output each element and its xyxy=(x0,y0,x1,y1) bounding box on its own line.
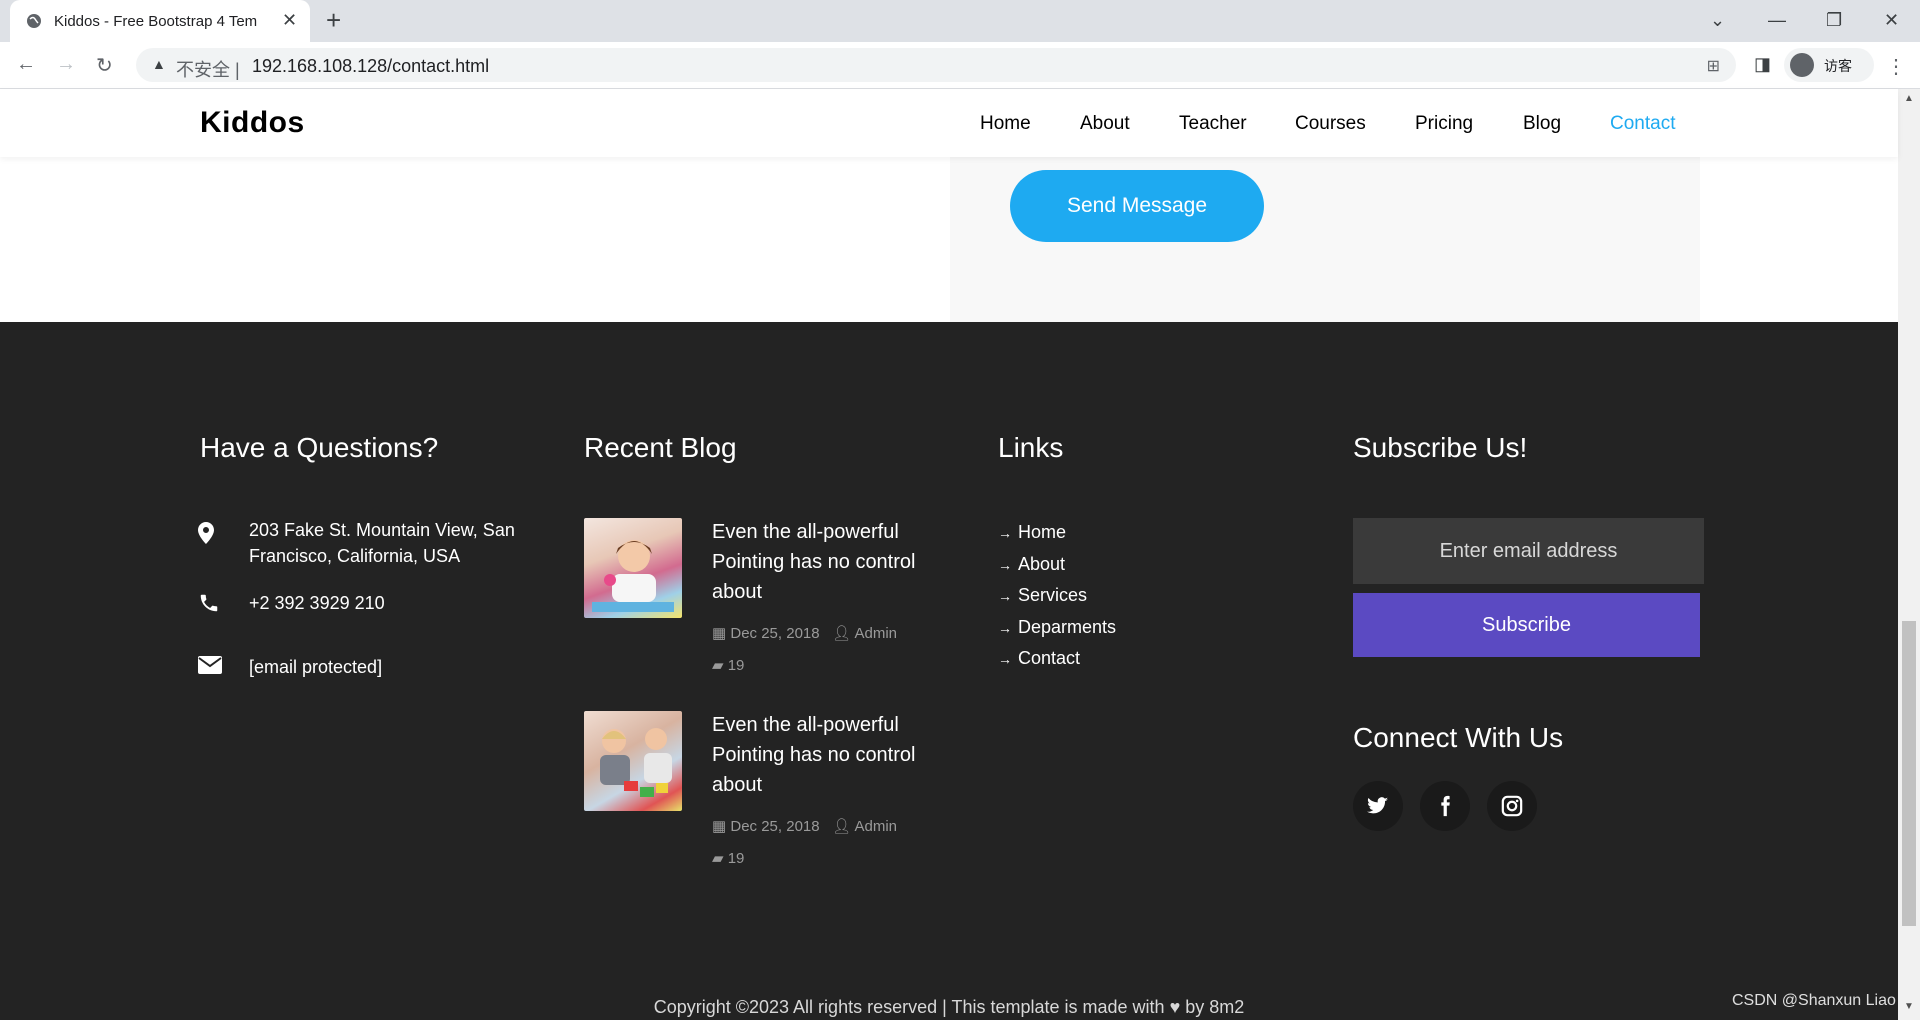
heart-icon: ♥ xyxy=(1169,997,1181,1017)
footer: Have a Questions? 203 Fake St. Mountain … xyxy=(0,322,1898,1020)
scroll-down-icon[interactable]: ▼ xyxy=(1904,1001,1914,1012)
nav-courses[interactable]: Courses xyxy=(1295,113,1366,135)
footer-link-about[interactable]: → About xyxy=(998,554,1065,575)
close-window-icon[interactable]: ✕ xyxy=(1884,10,1899,31)
browser-tab[interactable]: Kiddos - Free Bootstrap 4 Tem ✕ xyxy=(10,0,310,42)
questions-title: Have a Questions? xyxy=(200,432,439,463)
profile-button[interactable]: 访客 xyxy=(1784,48,1874,82)
footer-link-contact[interactable]: → Contact xyxy=(998,648,1080,669)
email-subscribe-input[interactable] xyxy=(1353,518,1704,584)
links-title: Links xyxy=(998,432,1064,463)
nav-contact[interactable]: Contact xyxy=(1610,113,1675,135)
arrow-right-icon: → xyxy=(998,525,1012,541)
site-logo[interactable]: Kiddos xyxy=(200,106,305,140)
subscribe-button[interactable]: Subscribe xyxy=(1353,593,1700,657)
arrow-right-icon: → xyxy=(998,620,1012,636)
browser-toolbar: ← → ↻ ▲ 不安全 | 192.168.108.128/contact.ht… xyxy=(0,42,1920,89)
translate-icon[interactable]: ⊞ xyxy=(1707,56,1720,76)
avatar-icon xyxy=(1790,53,1814,77)
facebook-icon[interactable] xyxy=(1420,781,1470,831)
blog-thumbnail[interactable] xyxy=(584,518,682,618)
calendar-icon: ▦ xyxy=(712,625,727,642)
recent-blog-title: Recent Blog xyxy=(584,432,737,463)
email-text[interactable]: [email protected] xyxy=(249,654,382,680)
user-icon: 👤︎ xyxy=(832,625,852,642)
nav-blog[interactable]: Blog xyxy=(1523,113,1561,135)
comment-icon: ▰ xyxy=(712,657,724,674)
minimize-icon[interactable]: — xyxy=(1768,10,1786,31)
calendar-icon: ▦ xyxy=(712,818,727,835)
menu-kebab-icon[interactable]: ⋮ xyxy=(1886,54,1906,79)
forward-icon[interactable]: → xyxy=(56,53,76,76)
warning-icon: ▲ xyxy=(152,56,166,72)
footer-link-home[interactable]: → Home xyxy=(998,522,1066,543)
address-bar[interactable]: ▲ 不安全 | 192.168.108.128/contact.html ⊞ xyxy=(136,48,1736,82)
page-scrollbar[interactable]: ▲ ▼ xyxy=(1898,89,1920,1020)
envelope-icon xyxy=(198,656,222,674)
maximize-icon[interactable]: ❐ xyxy=(1826,10,1842,31)
twitter-icon[interactable] xyxy=(1353,781,1403,831)
browser-tab-bar: Kiddos - Free Bootstrap 4 Tem ✕ + ⌄ — ❐ … xyxy=(0,0,1920,42)
back-icon[interactable]: ← xyxy=(16,53,36,76)
nav-pricing[interactable]: Pricing xyxy=(1415,113,1473,135)
site-header: Kiddos Home About Teacher Courses Pricin… xyxy=(0,89,1898,157)
blog-post-meta: ▦ Dec 25, 2018 👤︎ Admin xyxy=(712,625,898,642)
phone-icon xyxy=(200,594,218,612)
instagram-icon[interactable] xyxy=(1487,781,1537,831)
blog-post-title[interactable]: Even the all-powerful Pointing has no co… xyxy=(712,710,942,800)
scrollbar-thumb[interactable] xyxy=(1902,621,1916,926)
nav-about[interactable]: About xyxy=(1080,113,1130,135)
footer-link-services[interactable]: → Services xyxy=(998,585,1087,606)
send-message-button[interactable]: Send Message xyxy=(1010,170,1264,242)
copyright-text: Copyright ©2023 All rights reserved | Th… xyxy=(653,997,1245,1017)
blog-thumbnail[interactable] xyxy=(584,711,682,811)
url-text[interactable]: 192.168.108.128/contact.html xyxy=(252,56,489,77)
watermark-text: CSDN @Shanxun Liao xyxy=(1732,992,1896,1009)
arrow-right-icon: → xyxy=(998,588,1012,604)
contact-section: Send Message xyxy=(0,157,1898,322)
phone-text[interactable]: +2 392 3929 210 xyxy=(249,590,385,616)
new-tab-icon[interactable]: + xyxy=(326,7,341,33)
blog-post-meta: ▦ Dec 25, 2018 👤︎ Admin xyxy=(712,818,898,835)
connect-title: Connect With Us xyxy=(1353,722,1564,753)
subscribe-title: Subscribe Us! xyxy=(1353,432,1528,463)
address-text: 203 Fake St. Mountain View, San Francisc… xyxy=(249,520,515,566)
blog-post-comments[interactable]: ▰ 19 xyxy=(712,849,744,867)
blog-post-title[interactable]: Even the all-powerful Pointing has no co… xyxy=(712,517,942,607)
scroll-up-icon[interactable]: ▲ xyxy=(1904,93,1914,104)
reload-icon[interactable]: ↻ xyxy=(96,53,113,78)
arrow-right-icon: → xyxy=(998,557,1012,573)
arrow-right-icon: → xyxy=(998,651,1012,667)
profile-name: 访客 xyxy=(1824,58,1852,74)
user-icon: 👤︎ xyxy=(832,818,852,835)
side-panel-icon[interactable]: ◨ xyxy=(1754,54,1771,75)
map-marker-icon xyxy=(198,522,214,544)
nav-teacher[interactable]: Teacher xyxy=(1179,113,1247,135)
comment-icon: ▰ xyxy=(712,850,724,867)
tab-title: Kiddos - Free Bootstrap 4 Tem xyxy=(54,13,258,30)
close-tab-icon[interactable]: ✕ xyxy=(282,10,297,31)
security-label: 不安全 | xyxy=(176,60,240,80)
footer-link-departments[interactable]: → Deparments xyxy=(998,617,1116,638)
tab-search-icon[interactable]: ⌄ xyxy=(1710,10,1725,31)
globe-icon xyxy=(27,14,41,28)
nav-home[interactable]: Home xyxy=(980,113,1031,135)
blog-post-comments[interactable]: ▰ 19 xyxy=(712,656,744,674)
